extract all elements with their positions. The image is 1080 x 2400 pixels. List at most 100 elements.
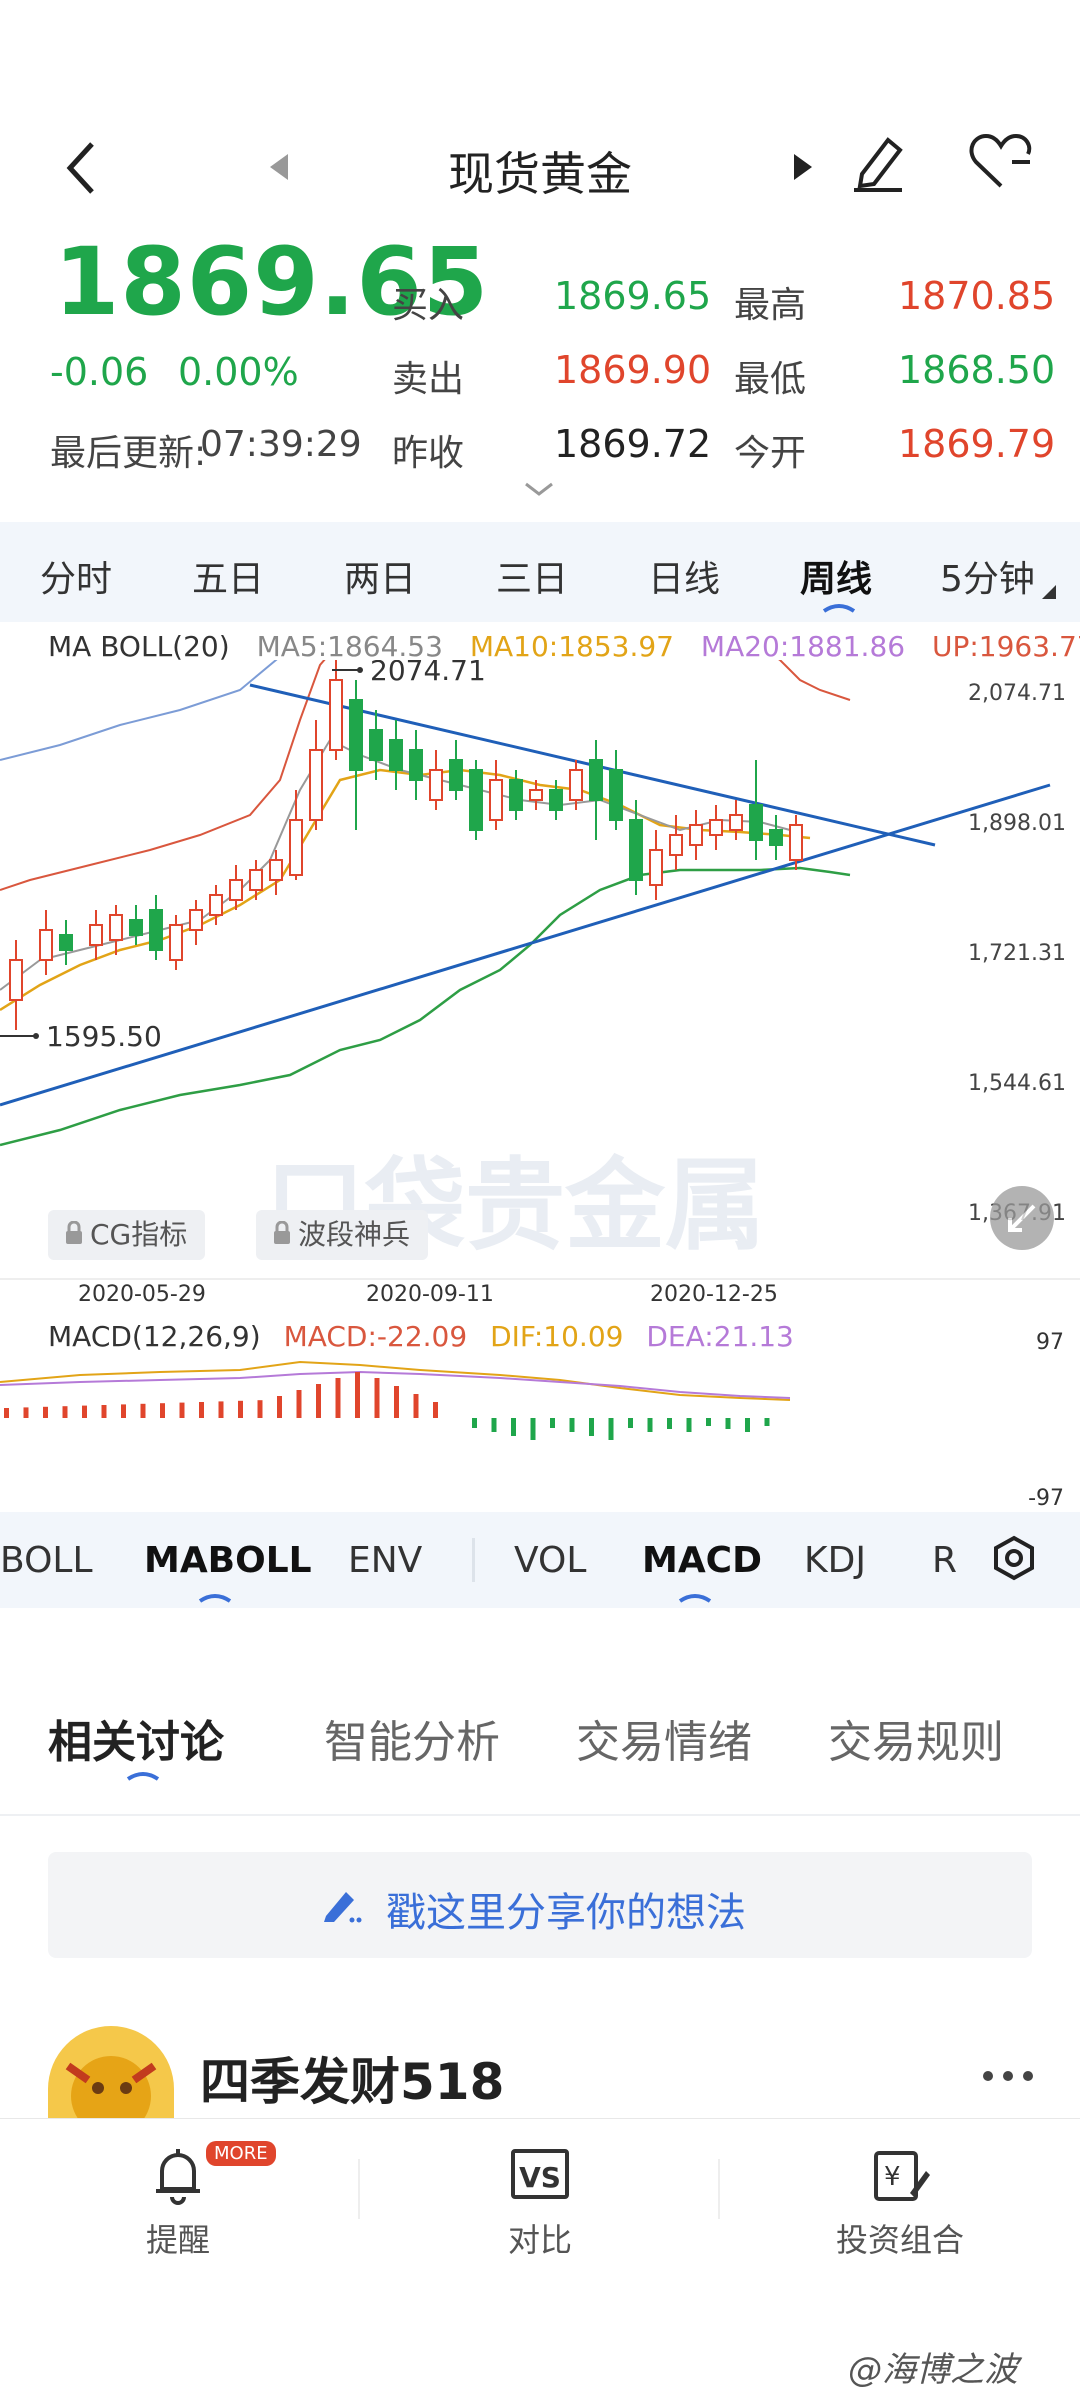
macd-bar — [335, 1378, 341, 1418]
macd-bar — [569, 1418, 575, 1432]
macd-bar — [296, 1390, 302, 1418]
candle-body — [549, 789, 563, 811]
price-change-pct: 0.00% — [178, 350, 299, 394]
candle-body — [289, 819, 303, 876]
macd-bar — [745, 1418, 750, 1432]
candle-body — [39, 929, 53, 961]
indicator-settings-icon[interactable] — [990, 1534, 1038, 1586]
macd-bars-group — [4, 1372, 770, 1440]
x-axis-divider — [0, 1278, 1080, 1280]
low-label: 最低 — [734, 359, 807, 400]
macd-bar — [160, 1403, 165, 1418]
candle-body — [309, 749, 323, 821]
candlestick-chart[interactable]: 口袋贵金属 2,074.71 1,898.01 1,721.31 1,544.6… — [0, 660, 1080, 1280]
tab-period-5day[interactable]: 五日 — [192, 550, 264, 602]
tab-divider — [472, 1538, 475, 1582]
macd-bar — [491, 1418, 497, 1432]
candle-body — [749, 804, 763, 841]
edit-icon[interactable] — [848, 130, 908, 198]
macd-bar — [199, 1402, 204, 1418]
candle-body — [409, 749, 423, 781]
dropdown-triangle-icon — [1042, 584, 1056, 603]
tab-indicator-macd[interactable]: MACD — [642, 1540, 762, 1581]
compare-button[interactable]: VS 对比 — [440, 2145, 640, 2261]
portfolio-button[interactable]: ¥ 投资组合 — [800, 2145, 1000, 2261]
macd-bar — [355, 1372, 360, 1418]
macd-bar — [550, 1418, 555, 1428]
macd-bar — [121, 1404, 126, 1418]
tab-period-weekly[interactable]: 周线 — [800, 550, 872, 602]
sell-value: 1869.90 — [554, 348, 712, 392]
favorite-heart-icon[interactable] — [968, 132, 1034, 196]
tab-indicator-vol[interactable]: VOL — [514, 1540, 586, 1581]
macd-y-top: 97 — [1036, 1330, 1064, 1355]
bar-divider — [358, 2159, 360, 2219]
macd-bar — [23, 1407, 29, 1418]
candle-body — [449, 759, 463, 791]
x-tick-label: 2020-09-11 — [366, 1282, 494, 1307]
candle-body — [789, 824, 803, 861]
candle-body — [569, 769, 583, 801]
macd-bar — [374, 1378, 380, 1418]
tab-indicator-kdj[interactable]: KDJ — [804, 1540, 866, 1581]
candle-body — [189, 909, 203, 931]
tab-period-2day[interactable]: 两日 — [344, 550, 416, 602]
update-time: 07:39:29 — [200, 424, 362, 465]
candle-body — [529, 789, 543, 801]
macd-bar — [686, 1418, 692, 1432]
macd-bar — [257, 1400, 263, 1418]
compare-label: 对比 — [507, 2221, 572, 2259]
more-options-icon[interactable] — [980, 2068, 1036, 2088]
candle-body — [109, 914, 123, 941]
macd-bar — [589, 1418, 594, 1436]
update-label: 最后更新: — [50, 433, 207, 474]
tab-discussion[interactable]: 相关讨论 — [48, 1706, 224, 1770]
candle-body — [429, 769, 443, 801]
buy-label: 买入 — [392, 285, 465, 326]
tab-smart-analysis[interactable]: 智能分析 — [324, 1706, 500, 1770]
tab-indicator-env[interactable]: ENV — [348, 1540, 422, 1581]
bottom-action-bar: 提醒 MORE VS 对比 ¥ 投资组合 — [0, 2118, 1080, 2259]
open-label: 今开 — [734, 433, 807, 474]
candle-body — [729, 814, 743, 831]
tab-period-3day[interactable]: 三日 — [496, 550, 568, 602]
macd-bar — [238, 1400, 243, 1418]
candle-body — [149, 909, 163, 951]
high-label: 最高 — [734, 285, 807, 326]
tab-indicator-maboll[interactable]: MABOLL — [144, 1540, 312, 1581]
macd-bar — [62, 1406, 68, 1418]
macd-legend: MACD(12,26,9) MACD:-22.09 DIF:10.09 DEA:… — [48, 1320, 794, 1353]
macd-value: MACD:-22.09 — [283, 1320, 468, 1353]
boll-lower-line — [0, 866, 851, 1147]
low-value: 1868.50 — [898, 348, 1056, 392]
candle-body — [369, 729, 383, 761]
tab-period-fenshi[interactable]: 分时 — [40, 550, 112, 602]
tab-period-5min[interactable]: 5分钟 — [940, 550, 1035, 602]
x-tick-label: 2020-12-25 — [650, 1282, 778, 1307]
alert-button[interactable]: 提醒 MORE — [78, 2141, 278, 2261]
candle-body — [269, 859, 283, 881]
y-tick-label: 2,074.71 — [968, 681, 1066, 706]
post-author[interactable]: 四季发财518 — [200, 2042, 504, 2114]
legend-ma10: MA10:1853.97 — [469, 630, 674, 663]
cg-indicator-chip[interactable]: CG指标 — [48, 1210, 206, 1260]
expand-chevron-icon[interactable] — [522, 480, 556, 504]
legend-ma20: MA20:1881.86 — [700, 630, 906, 663]
sell-label: 卖出 — [392, 359, 465, 400]
share-thought-input[interactable]: 戳这里分享你的想法 — [48, 1852, 1032, 1958]
tab-indicator-boll[interactable]: BOLL — [0, 1540, 93, 1581]
x-tick-label: 2020-05-29 — [78, 1282, 206, 1307]
more-badge: MORE — [206, 2141, 276, 2166]
tab-trade-sentiment[interactable]: 交易情绪 — [576, 1706, 752, 1770]
next-instrument-icon[interactable] — [790, 152, 814, 186]
candle-body — [669, 834, 683, 856]
wave-indicator-chip[interactable]: 波段神兵 — [256, 1210, 429, 1260]
tab-indicator-r[interactable]: R — [932, 1540, 957, 1581]
fullscreen-toggle-icon[interactable] — [990, 1186, 1054, 1250]
tab-trade-rules[interactable]: 交易规则 — [828, 1706, 1004, 1770]
legend-up: UP:1963.77 — [931, 630, 1080, 663]
candle-body — [209, 894, 223, 916]
tab-period-daily[interactable]: 日线 — [648, 550, 720, 602]
period-tabs: 分时 五日 两日 三日 日线 周线 5分钟 — [0, 522, 1080, 622]
active-tab-indicator — [198, 1588, 232, 1607]
